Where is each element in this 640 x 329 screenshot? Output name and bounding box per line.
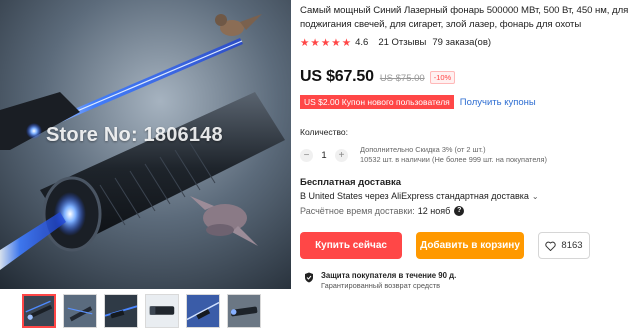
thumbnail-5[interactable] — [186, 294, 220, 328]
shipping-method-text: В United States через AliExpress стандар… — [300, 191, 529, 201]
discount-badge: -10% — [429, 71, 456, 84]
star-icon: ★ — [320, 36, 331, 49]
thumbnail-6[interactable] — [227, 294, 261, 328]
eta-date: 12 нояб — [417, 206, 451, 216]
quantity-plus-button[interactable]: + — [335, 148, 348, 162]
quantity-minus-button[interactable]: − — [300, 148, 313, 162]
main-product-image[interactable]: Store No: 1806148 — [0, 0, 291, 289]
orders-count: 79 заказа(ов) — [432, 37, 492, 48]
shipping-title: Бесплатная доставка — [300, 177, 401, 188]
get-coupons-link[interactable]: Получить купоны — [460, 97, 536, 108]
eta-label: Расчётное время доставки: — [300, 206, 415, 216]
rating-row: ★ ★ ★ ★ ★ 4.6 21 Отзывы 79 заказа(ов) — [300, 37, 491, 48]
thumbnail-4-image — [146, 295, 178, 327]
protection-subtitle: Гарантированный возврат средств — [321, 281, 441, 290]
thumbnail-1[interactable] — [22, 294, 56, 328]
rating-value: 4.6 — [355, 37, 369, 48]
star-icon: ★ — [310, 36, 320, 49]
thumbnail-6-image — [228, 295, 260, 327]
original-price: US $75.00 — [379, 73, 425, 84]
help-icon[interactable]: ? — [454, 206, 465, 216]
quantity-notes: Дополнительно Скидка 3% (от 2 шт.) 10532… — [360, 145, 547, 165]
delivery-eta: Расчётное время доставки: 12 нояб ? — [300, 206, 465, 216]
bulk-discount-note: Дополнительно Скидка 3% (от 2 шт.) — [360, 145, 486, 154]
quantity-stepper: − 1 + Дополнительно Скидка 3% (от 2 шт.)… — [300, 145, 547, 165]
rating-stars[interactable]: ★ ★ ★ ★ ★ — [300, 36, 352, 49]
wishlist-button[interactable]: 8163 — [538, 232, 590, 259]
star-icon: ★ — [300, 36, 310, 49]
shield-check-icon — [305, 272, 313, 283]
coupon-row: US $2.00 Купон нового пользователя Получ… — [300, 95, 536, 109]
thumbnail-2-image — [64, 295, 96, 327]
store-watermark: Store No: 1806148 — [46, 124, 223, 146]
thumbnail-5-image — [187, 295, 219, 327]
add-to-cart-button[interactable]: Добавить в корзину — [416, 232, 524, 259]
buyer-protection: Защита покупателя в течение 90 д. Гарант… — [304, 270, 456, 291]
quantity-input[interactable]: 1 — [313, 150, 335, 161]
thumbnail-3[interactable] — [104, 294, 138, 328]
thumbnail-2[interactable] — [63, 294, 97, 328]
chevron-down-icon: ⌄ — [531, 192, 539, 201]
new-user-coupon[interactable]: US $2.00 Купон нового пользователя — [300, 95, 454, 109]
wishlist-count: 8163 — [561, 240, 583, 251]
price-row: US $67.50 US $75.00 -10% — [300, 68, 456, 86]
thumbnail-4[interactable] — [145, 294, 179, 328]
star-icon: ★ — [331, 36, 341, 49]
reviews-link[interactable]: 21 Отзывы — [378, 37, 426, 48]
protection-title: Защита покупателя в течение 90 д. — [321, 271, 457, 280]
thumbnail-1-image — [24, 296, 54, 326]
shipping-method[interactable]: В United States через AliExpress стандар… — [300, 191, 539, 201]
thumbnail-3-image — [105, 295, 137, 327]
current-price: US $67.50 — [300, 68, 374, 85]
buy-now-button[interactable]: Купить сейчас — [300, 232, 402, 259]
star-icon: ★ — [341, 36, 352, 49]
stock-note: 10532 шт. в наличии (Не более 999 шт. на… — [360, 155, 547, 164]
heart-icon — [545, 241, 557, 251]
product-title: Самый мощный Синий Лазерный фонарь 50000… — [300, 5, 629, 30]
quantity-label: Количество: — [300, 127, 349, 137]
action-buttons: Купить сейчас Добавить в корзину 8163 — [300, 232, 590, 259]
thumbnail-strip — [22, 294, 261, 328]
